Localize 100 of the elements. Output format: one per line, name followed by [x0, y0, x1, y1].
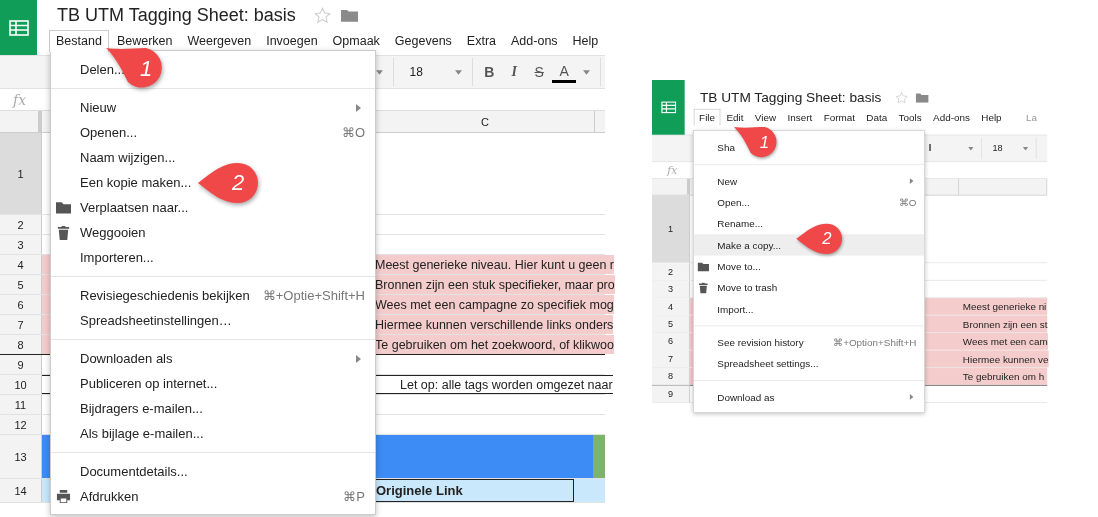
cell-text: Hiermee kunnen ve	[962, 353, 1049, 365]
folder-icon[interactable]	[915, 92, 929, 103]
caret-icon	[1022, 146, 1029, 151]
row-header[interactable]: 5	[0, 275, 42, 294]
caret-icon	[968, 146, 974, 151]
document-title: TB UTM Tagging Sheet: basis	[699, 89, 882, 106]
menu-item[interactable]: Als bijlage e-mailen...	[80, 426, 204, 441]
star-icon[interactable]	[313, 6, 331, 24]
format-button[interactable]: B	[477, 61, 502, 83]
cell-text: Hiermee kunnen verschillende links onders	[375, 317, 614, 332]
row-header[interactable]: 8	[0, 335, 42, 354]
formula-label: fx	[667, 164, 678, 177]
menu-item[interactable]: Documentdetails...	[80, 464, 188, 479]
row-header[interactable]: 11	[0, 395, 42, 414]
row-header[interactable]: 3	[652, 280, 690, 298]
row-header[interactable]: 1	[0, 133, 42, 214]
printer-icon	[56, 489, 71, 504]
cell-text: Bronnen zijn een st	[962, 318, 1048, 330]
menu-item[interactable]: Download as	[717, 391, 775, 403]
caret-icon	[583, 69, 591, 75]
cell-text: Originele Link	[375, 479, 574, 502]
menu-item[interactable]: Weggooien	[80, 225, 146, 240]
menu-item[interactable]: View	[749, 108, 782, 126]
folder-icon[interactable]	[340, 8, 358, 22]
menu-item[interactable]: Delen...	[80, 62, 125, 77]
menu-item[interactable]: Publiceren op internet...	[80, 376, 218, 391]
format-button[interactable]: I	[502, 61, 527, 83]
row-header[interactable]: 1	[652, 195, 690, 263]
menu-item[interactable]: Downloaden als	[80, 351, 173, 366]
menu-item[interactable]: Move to...	[717, 260, 761, 272]
menu-item[interactable]: Tools	[893, 108, 927, 126]
menu-item[interactable]: Nieuw	[80, 100, 117, 115]
menu-item[interactable]: Naam wijzigen...	[80, 150, 176, 165]
format-button[interactable]: S	[527, 61, 552, 83]
trash-icon	[697, 281, 709, 294]
cell-text: Te gebruiken om h	[962, 370, 1045, 383]
menu-item[interactable]: Help	[975, 108, 1007, 126]
row-header[interactable]: 2	[652, 263, 690, 280]
menu-item[interactable]: Importeren...	[80, 250, 154, 265]
cell-text: Meest generieke ni	[962, 300, 1047, 313]
menu-item[interactable]: Gegevens	[387, 30, 459, 52]
shortcut-text: ⌘+Optie+Shift+H	[262, 288, 365, 303]
row-header[interactable]: 14	[0, 479, 42, 502]
row-header[interactable]: 4	[652, 298, 690, 315]
menu-item[interactable]: Edit	[721, 108, 749, 126]
menu-item[interactable]: Een kopie maken...	[80, 175, 192, 190]
menu-item[interactable]: Move to trash	[717, 281, 778, 294]
menu-item[interactable]: Weergeven	[180, 30, 259, 52]
cell-text: Wees met een campagne zo specifiek mog	[375, 297, 614, 312]
menu-item[interactable]: Spreadsheet settings...	[717, 357, 819, 370]
menu-item[interactable]: Format	[818, 108, 861, 126]
menu-item[interactable]: Verplaatsen naar...	[80, 200, 189, 215]
menu-item[interactable]: Import...	[717, 303, 754, 315]
menu-item[interactable]: Openen...	[80, 125, 138, 140]
menu-item[interactable]: Insert	[782, 108, 818, 126]
caret-icon	[455, 69, 463, 75]
row-header[interactable]: 9	[652, 385, 690, 403]
row-header[interactable]: 9	[0, 355, 42, 374]
menu-item[interactable]: Make a copy...	[717, 239, 781, 251]
row-header[interactable]: 8	[652, 368, 690, 385]
row-header[interactable]: 10	[0, 375, 42, 394]
menu-item[interactable]: Spreadsheetinstellingen…	[80, 313, 232, 328]
step-callout-tooltip: 2	[196, 160, 260, 206]
font-size-dropdown[interactable]: 18	[984, 143, 1019, 154]
menu-item[interactable]: New	[717, 175, 738, 187]
menu-item[interactable]: Open...	[717, 196, 750, 209]
submenu-arrow-icon	[356, 103, 361, 112]
font-size-dropdown[interactable]: 18	[397, 65, 450, 79]
menu-item[interactable]: Revisiegeschiedenis bekijken	[80, 288, 250, 303]
menu-item[interactable]: Add-ons	[927, 108, 976, 126]
menu-item[interactable]: Add-ons	[504, 30, 565, 52]
cell-text: Meest generieke niveau. Hier kunt u geen r	[375, 257, 615, 272]
menu-item[interactable]: Bestand	[49, 30, 109, 52]
menu-item[interactable]: Help	[565, 30, 606, 52]
shortcut-text: ⌘+Option+Shift+H	[833, 336, 917, 348]
menu-item[interactable]: Opmaak	[325, 30, 387, 52]
menu-item[interactable]: See revision history	[717, 336, 804, 348]
row-header[interactable]: 5	[652, 315, 690, 333]
row-header[interactable]: 4	[0, 255, 42, 274]
row-header[interactable]: 6	[0, 295, 42, 314]
row-header[interactable]: 3	[0, 235, 42, 254]
column-header[interactable]: C	[481, 115, 489, 128]
menu-item[interactable]: File	[693, 108, 721, 126]
menu-item[interactable]: Data	[861, 108, 893, 126]
menu-item[interactable]: Bijdragers e-mailen...	[80, 401, 203, 416]
row-header[interactable]: 7	[0, 315, 42, 334]
menu-item[interactable]: Afdrukken	[80, 489, 139, 504]
row-header[interactable]: 12	[0, 415, 42, 434]
row-header[interactable]: 7	[652, 350, 690, 368]
submenu-arrow-icon	[356, 354, 361, 363]
folder-icon	[56, 200, 71, 215]
row-header[interactable]: 13	[0, 435, 42, 478]
trash-icon	[56, 225, 71, 240]
menu-item[interactable]: Extra	[459, 30, 504, 52]
row-header[interactable]: 2	[0, 215, 42, 234]
menu-item[interactable]: Sha	[717, 141, 735, 154]
format-button[interactable]: A	[552, 61, 577, 83]
menu-item[interactable]: Rename...	[717, 217, 763, 230]
row-header[interactable]: 6	[652, 333, 690, 350]
menu-item[interactable]: Invoegen	[259, 30, 325, 52]
